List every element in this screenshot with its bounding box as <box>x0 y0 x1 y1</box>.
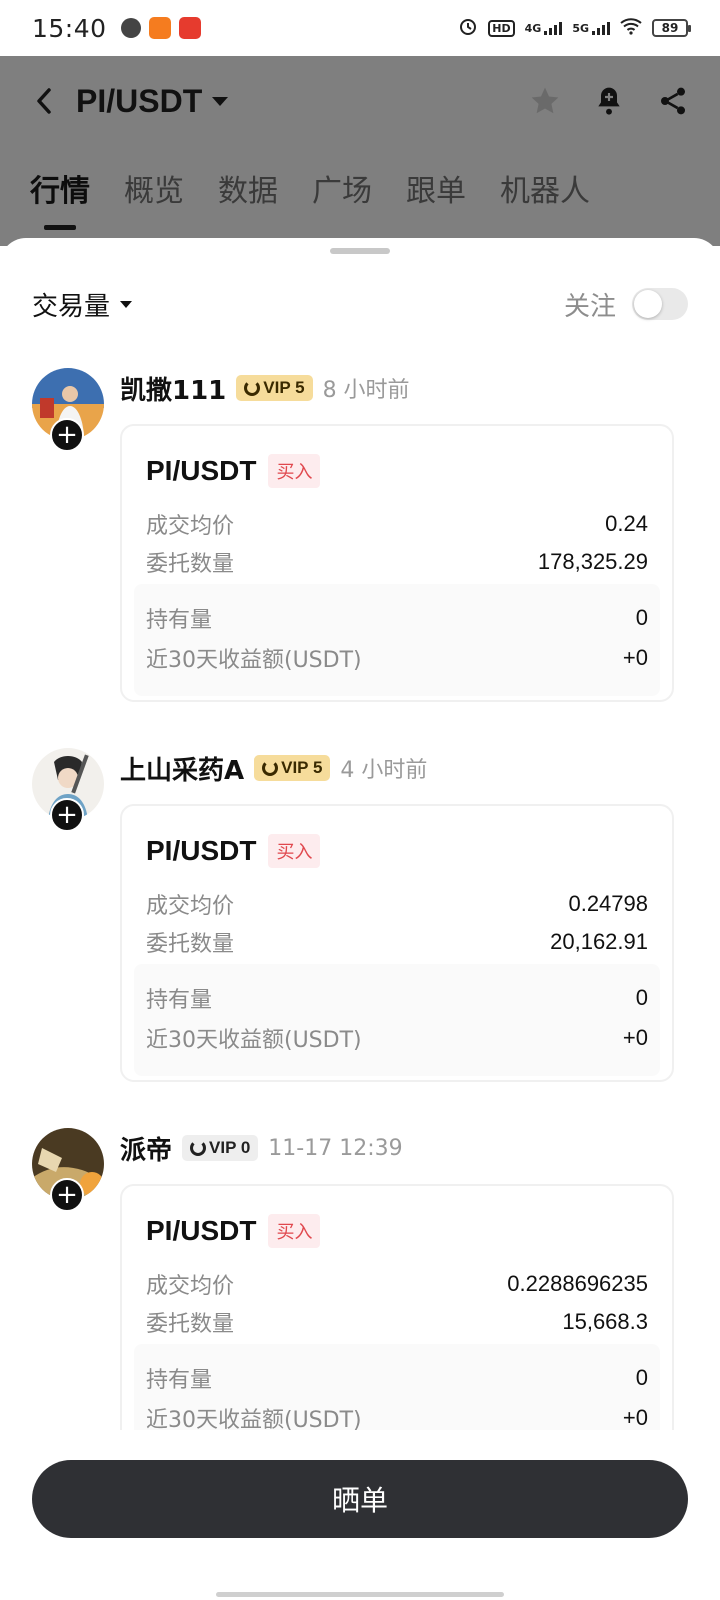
alarm-icon <box>458 16 478 40</box>
bottom-bar: 晒单 <box>0 1430 720 1600</box>
hd-label: HD <box>488 19 515 37</box>
buy-tag: 买入 <box>268 1214 321 1248</box>
avg-price-row: 成交均价 0.24 <box>146 511 648 539</box>
star-icon[interactable] <box>528 84 562 118</box>
trade-post: + 凯撒111 VIP 5 8 小时前 PI/USDT 买入 成交均价 0.24 … <box>0 358 720 738</box>
avatar-wrap: + <box>32 368 104 452</box>
vip-badge: VIP 5 <box>236 375 313 401</box>
trade-card[interactable]: PI/USDT 买入 成交均价 0.24 委托数量 178,325.29 持有量 0 … <box>120 424 674 702</box>
trade-card[interactable]: PI/USDT 买入 成交均价 0.24798 委托数量 20,162.91 持有量… <box>120 804 674 1082</box>
page-title[interactable]: PI/USDT <box>76 83 202 120</box>
post-time: 4 小时前 <box>340 758 428 783</box>
qty-row: 委托数量 20,162.91 <box>146 929 648 957</box>
card-pair: PI/USDT <box>146 455 257 486</box>
card-head: PI/USDT 买入 <box>146 1214 321 1248</box>
tab-bot[interactable]: 机器人 <box>500 166 590 226</box>
tab-bar: 行情 概览 数据 广场 跟单 机器人 <box>30 166 590 230</box>
card-pair: PI/USDT <box>146 835 257 866</box>
battery-icon: 89 <box>652 19 691 37</box>
post-time: 8 小时前 <box>322 378 410 403</box>
follow-plus-icon[interactable]: + <box>50 1178 84 1212</box>
username[interactable]: 上山采药A <box>120 750 244 787</box>
user-line: 凯撒111 VIP 5 8 小时前 <box>120 370 410 406</box>
share-icon[interactable] <box>656 84 690 118</box>
nav-actions <box>528 84 690 118</box>
qty-row: 委托数量 15,668.3 <box>146 1309 648 1337</box>
vip-g-icon <box>244 380 261 396</box>
qty-row: 委托数量 178,325.29 <box>146 549 648 577</box>
status-app-icons <box>120 17 201 39</box>
app-notification-icon <box>148 17 171 39</box>
tab-square[interactable]: 广场 <box>312 166 372 226</box>
card-pair: PI/USDT <box>146 1215 257 1246</box>
trade-post: + 上山采药A VIP 5 4 小时前 PI/USDT 买入 成交均价 0.247… <box>0 738 720 1118</box>
signal-icon <box>592 21 610 35</box>
holding-row: 持有量 0 <box>146 1365 648 1393</box>
filter-row: 交易量 关注 <box>32 284 688 324</box>
status-bar: 15:40 HD 4G 5G 89 <box>0 0 720 56</box>
toggle-knob <box>634 290 662 318</box>
buy-tag: 买入 <box>268 454 321 488</box>
app-notification-icon <box>120 18 141 38</box>
caret-down-icon[interactable] <box>212 96 229 106</box>
network-4g: 4G <box>525 21 563 35</box>
sheet-drag-handle[interactable] <box>330 248 390 254</box>
sort-dropdown[interactable]: 交易量 <box>32 286 110 323</box>
user-line: 派帝 VIP 0 11-17 12:39 <box>120 1130 403 1166</box>
follow-plus-icon[interactable]: + <box>50 418 84 452</box>
holding-row: 持有量 0 <box>146 605 648 633</box>
avatar-wrap: + <box>32 748 104 832</box>
follow-toggle-group: 关注 <box>564 286 688 323</box>
follow-label: 关注 <box>563 291 616 322</box>
username[interactable]: 派帝 <box>120 1130 172 1167</box>
follow-toggle[interactable] <box>632 288 688 320</box>
holding-box: 持有量 0 近30天收益额(USDT) +0 <box>134 584 660 696</box>
vip-badge: VIP 0 <box>182 1135 259 1161</box>
vip-badge: VIP 5 <box>254 755 331 781</box>
avg-price-row: 成交均价 0.2288696235 <box>146 1271 648 1299</box>
avg-price-row: 成交均价 0.24798 <box>146 891 648 919</box>
pnl-row: 近30天收益额(USDT) +0 <box>146 645 648 673</box>
holding-box: 持有量 0 近30天收益额(USDT) +0 <box>134 964 660 1076</box>
trade-card[interactable]: PI/USDT 买入 成交均价 0.2288696235 委托数量 15,668.3… <box>120 1184 674 1462</box>
tab-copy-trade[interactable]: 跟单 <box>406 166 466 226</box>
post-time: 11-17 12:39 <box>268 1135 403 1161</box>
home-indicator[interactable] <box>216 1592 504 1597</box>
vip-g-icon <box>262 760 279 776</box>
share-order-button[interactable]: 晒单 <box>32 1460 688 1538</box>
wifi-icon <box>620 17 642 39</box>
pnl-row: 近30天收益额(USDT) +0 <box>146 1025 648 1053</box>
buy-tag: 买入 <box>268 834 321 868</box>
status-time: 15:40 <box>32 13 107 43</box>
status-right: HD 4G 5G 89 <box>458 16 691 40</box>
network-5g: 5G <box>572 21 610 35</box>
signal-icon <box>544 21 563 35</box>
card-head: PI/USDT 买入 <box>146 454 321 488</box>
tab-overview[interactable]: 概览 <box>124 166 184 226</box>
bottom-sheet: 交易量 关注 + 凯撒111 VIP 5 8 小时前 PI/USDT 买入 成交… <box>0 238 720 1600</box>
follow-plus-icon[interactable]: + <box>50 798 84 832</box>
tab-data[interactable]: 数据 <box>218 166 278 226</box>
caret-down-icon[interactable] <box>120 300 133 308</box>
user-line: 上山采药A VIP 5 4 小时前 <box>120 750 427 786</box>
card-head: PI/USDT 买入 <box>146 834 321 868</box>
page-header: PI/USDT 行情 概览 数据 广场 跟单 机器人 <box>0 56 720 246</box>
app-notification-icon <box>178 17 201 39</box>
bell-icon[interactable] <box>592 84 626 118</box>
tab-market[interactable]: 行情 <box>30 166 90 230</box>
holding-row: 持有量 0 <box>146 985 648 1013</box>
vip-g-icon <box>190 1140 207 1156</box>
nav-bar: PI/USDT <box>0 56 720 146</box>
username[interactable]: 凯撒111 <box>120 370 226 407</box>
trade-feed: + 凯撒111 VIP 5 8 小时前 PI/USDT 买入 成交均价 0.24 … <box>0 358 720 1498</box>
avatar-wrap: + <box>32 1128 104 1212</box>
back-icon[interactable] <box>30 87 58 115</box>
